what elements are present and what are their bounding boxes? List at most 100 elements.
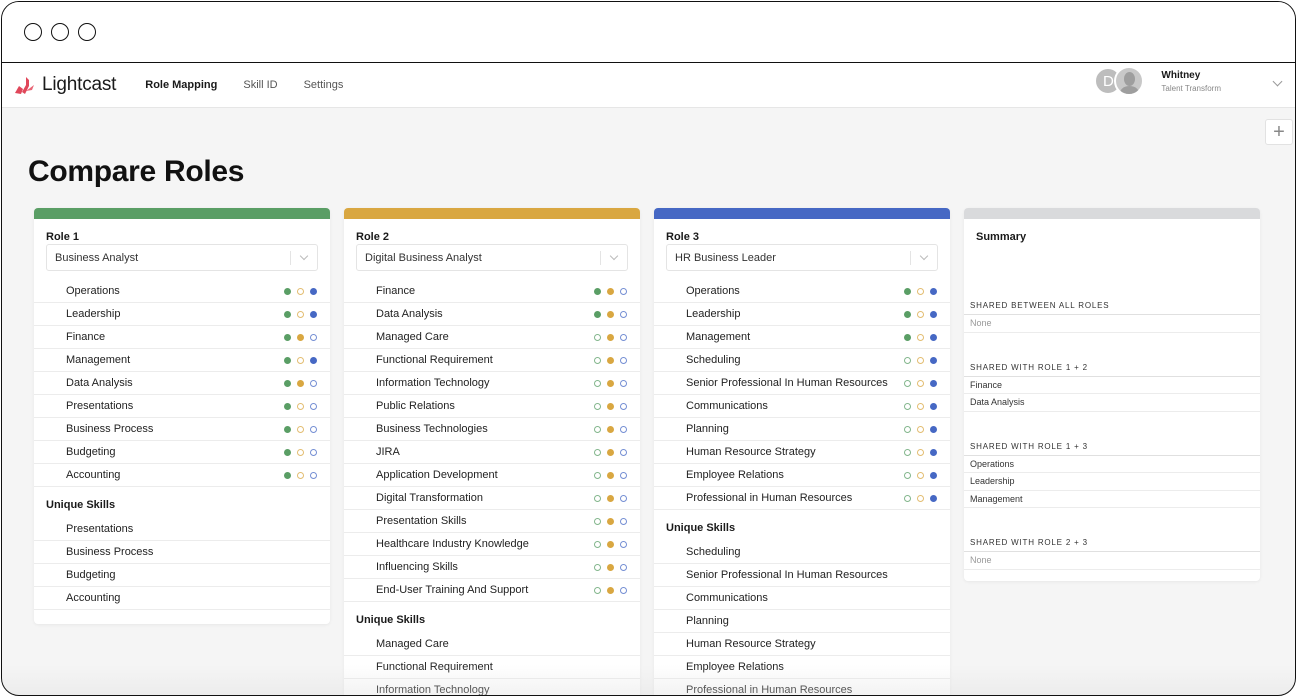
role-match-indicators (594, 380, 627, 387)
empty-role2-dot-icon (917, 426, 924, 433)
skill-name: Managed Care (376, 331, 449, 343)
empty-role1-dot-icon (904, 495, 911, 502)
unique-skill-row[interactable]: Professional in Human Resources (654, 679, 950, 695)
skill-row[interactable]: Operations (654, 280, 950, 303)
skill-row[interactable]: Public Relations (344, 395, 640, 418)
filled-role2-dot-icon (607, 357, 614, 364)
filled-role3-dot-icon (930, 449, 937, 456)
skill-name: Application Development (376, 469, 498, 481)
skill-name: Employee Relations (686, 469, 784, 481)
chevron-down-icon[interactable] (1272, 76, 1283, 87)
unique-skill-row[interactable]: Scheduling (654, 541, 950, 564)
skill-row[interactable]: Information Technology (344, 372, 640, 395)
role-match-indicators (594, 288, 627, 295)
unique-skill-row[interactable]: Presentations (34, 518, 330, 541)
skill-row[interactable]: Management (654, 326, 950, 349)
empty-role2-dot-icon (917, 495, 924, 502)
nav-settings[interactable]: Settings (304, 79, 344, 91)
skill-row[interactable]: Planning (654, 418, 950, 441)
filled-role1-dot-icon (284, 288, 291, 295)
unique-skill-row[interactable]: Communications (654, 587, 950, 610)
summary-section-heading: SHARED WITH ROLE 1 + 3 (964, 438, 1260, 456)
skill-row[interactable]: Communications (654, 395, 950, 418)
unique-skill-row[interactable]: Accounting (34, 587, 330, 610)
skill-name: Presentations (66, 400, 134, 412)
empty-role1-dot-icon (594, 564, 601, 571)
skill-row[interactable]: Business Process (34, 418, 330, 441)
skill-row[interactable]: Finance (34, 326, 330, 349)
summary-section: SHARED WITH ROLE 2 + 3 None (964, 534, 1260, 570)
skill-row[interactable]: Managed Care (344, 326, 640, 349)
skill-row[interactable]: JIRA (344, 441, 640, 464)
add-role-button[interactable]: + (1265, 119, 1293, 145)
skill-row[interactable]: Presentations (34, 395, 330, 418)
skill-row[interactable]: Operations (34, 280, 330, 303)
skill-row[interactable]: Leadership (654, 303, 950, 326)
skill-row[interactable]: End-User Training And Support (344, 579, 640, 602)
unique-skill-row[interactable]: Functional Requirement (344, 656, 640, 679)
role-select[interactable]: Digital Business Analyst (356, 244, 628, 271)
role-match-indicators (594, 426, 627, 433)
filled-role3-dot-icon (310, 357, 317, 364)
skill-row[interactable]: Presentation Skills (344, 510, 640, 533)
empty-role1-dot-icon (594, 587, 601, 594)
unique-skill-row[interactable]: Managed Care (344, 633, 640, 656)
skill-row[interactable]: Scheduling (654, 349, 950, 372)
skill-row[interactable]: Functional Requirement (344, 349, 640, 372)
empty-role1-dot-icon (594, 472, 601, 479)
unique-skill-row[interactable]: Employee Relations (654, 656, 950, 679)
role-select[interactable]: HR Business Leader (666, 244, 938, 271)
unique-skill-row[interactable]: Planning (654, 610, 950, 633)
window-minimize-button[interactable] (51, 23, 69, 41)
skill-row[interactable]: Human Resource Strategy (654, 441, 950, 464)
avatar-photo (1114, 66, 1145, 96)
filled-role3-dot-icon (930, 334, 937, 341)
skill-row[interactable]: Finance (344, 280, 640, 303)
nav-role-mapping[interactable]: Role Mapping (145, 79, 217, 91)
skill-row[interactable]: Healthcare Industry Knowledge (344, 533, 640, 556)
skill-row[interactable]: Management (34, 349, 330, 372)
window-maximize-button[interactable] (78, 23, 96, 41)
skill-row[interactable]: Business Technologies (344, 418, 640, 441)
skill-row[interactable]: Leadership (34, 303, 330, 326)
skill-row[interactable]: Professional in Human Resources (654, 487, 950, 510)
skill-row[interactable]: Accounting (34, 464, 330, 487)
unique-skill-row[interactable]: Budgeting (34, 564, 330, 587)
filled-role1-dot-icon (284, 403, 291, 410)
skill-row[interactable]: Employee Relations (654, 464, 950, 487)
unique-skill-row[interactable]: Information Technology (344, 679, 640, 695)
filled-role3-dot-icon (930, 495, 937, 502)
skill-row[interactable]: Digital Transformation (344, 487, 640, 510)
skill-row[interactable]: Senior Professional In Human Resources (654, 372, 950, 395)
window-close-button[interactable] (24, 23, 42, 41)
skill-name: Senior Professional In Human Resources (686, 377, 888, 389)
role-select[interactable]: Business Analyst (46, 244, 318, 271)
skill-row[interactable]: Influencing Skills (344, 556, 640, 579)
user-org: Talent Transform (1161, 83, 1221, 93)
unique-skill-row[interactable]: Business Process (34, 541, 330, 564)
brand-logo[interactable]: Lightcast (13, 73, 116, 97)
empty-role1-dot-icon (904, 426, 911, 433)
nav-skill-id[interactable]: Skill ID (243, 79, 277, 91)
role-match-indicators (594, 311, 627, 318)
empty-role3-dot-icon (620, 541, 627, 548)
skill-name: Presentation Skills (376, 515, 467, 527)
skill-row[interactable]: Application Development (344, 464, 640, 487)
filled-role1-dot-icon (284, 311, 291, 318)
unique-skill-row[interactable]: Senior Professional In Human Resources (654, 564, 950, 587)
filled-role1-dot-icon (284, 357, 291, 364)
empty-role3-dot-icon (620, 449, 627, 456)
skill-row[interactable]: Budgeting (34, 441, 330, 464)
role-match-indicators (904, 403, 937, 410)
empty-role2-dot-icon (297, 472, 304, 479)
summary-item: Operations (964, 456, 1260, 473)
skill-name: Operations (66, 285, 120, 297)
unique-skill-row[interactable]: Human Resource Strategy (654, 633, 950, 656)
user-menu[interactable]: D Whitney Talent Transform (1094, 66, 1283, 96)
skill-name: Business Technologies (376, 423, 488, 435)
empty-role2-dot-icon (297, 288, 304, 295)
skill-row[interactable]: Data Analysis (34, 372, 330, 395)
summary-empty: None (964, 552, 1260, 570)
skill-row[interactable]: Data Analysis (344, 303, 640, 326)
empty-role2-dot-icon (917, 472, 924, 479)
